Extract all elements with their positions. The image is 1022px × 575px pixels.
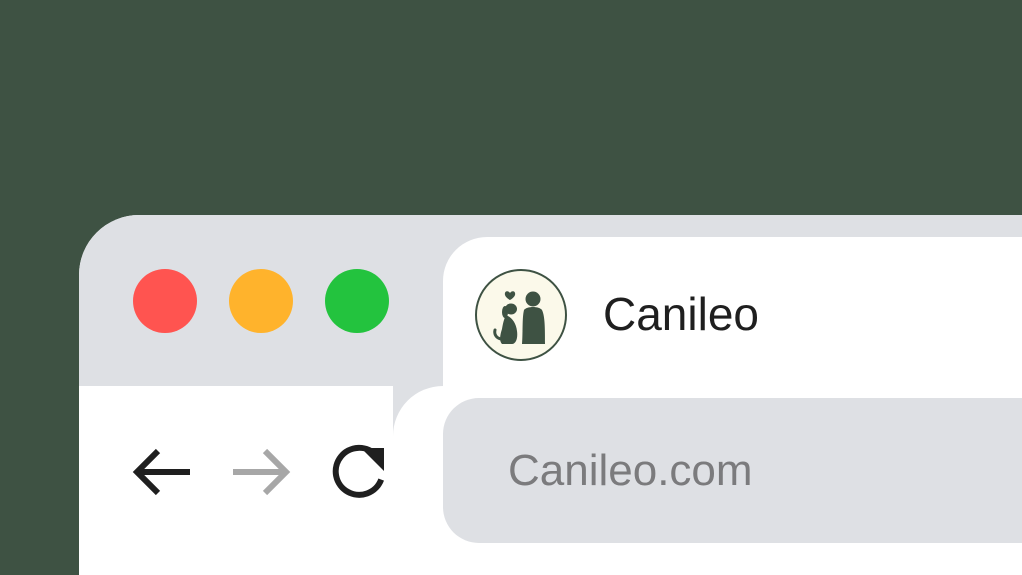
minimize-button[interactable] <box>229 269 293 333</box>
address-bar-url: Canileo.com <box>508 446 753 495</box>
reload-button[interactable] <box>326 439 392 505</box>
tab-title: Canileo <box>603 288 759 340</box>
browser-window: Canileo Canileo.com <box>79 215 1022 575</box>
arrow-left-icon <box>132 448 190 496</box>
active-tab[interactable]: Canileo <box>443 237 1022 397</box>
maximize-button[interactable] <box>325 269 389 333</box>
address-bar[interactable]: Canileo.com <box>443 398 1022 543</box>
forward-button[interactable] <box>228 439 294 505</box>
close-button[interactable] <box>133 269 197 333</box>
back-button[interactable] <box>129 439 195 505</box>
canileo-logo-icon <box>475 269 567 361</box>
window-controls <box>133 269 389 333</box>
reload-icon <box>332 444 385 498</box>
arrow-right-icon <box>233 448 291 496</box>
